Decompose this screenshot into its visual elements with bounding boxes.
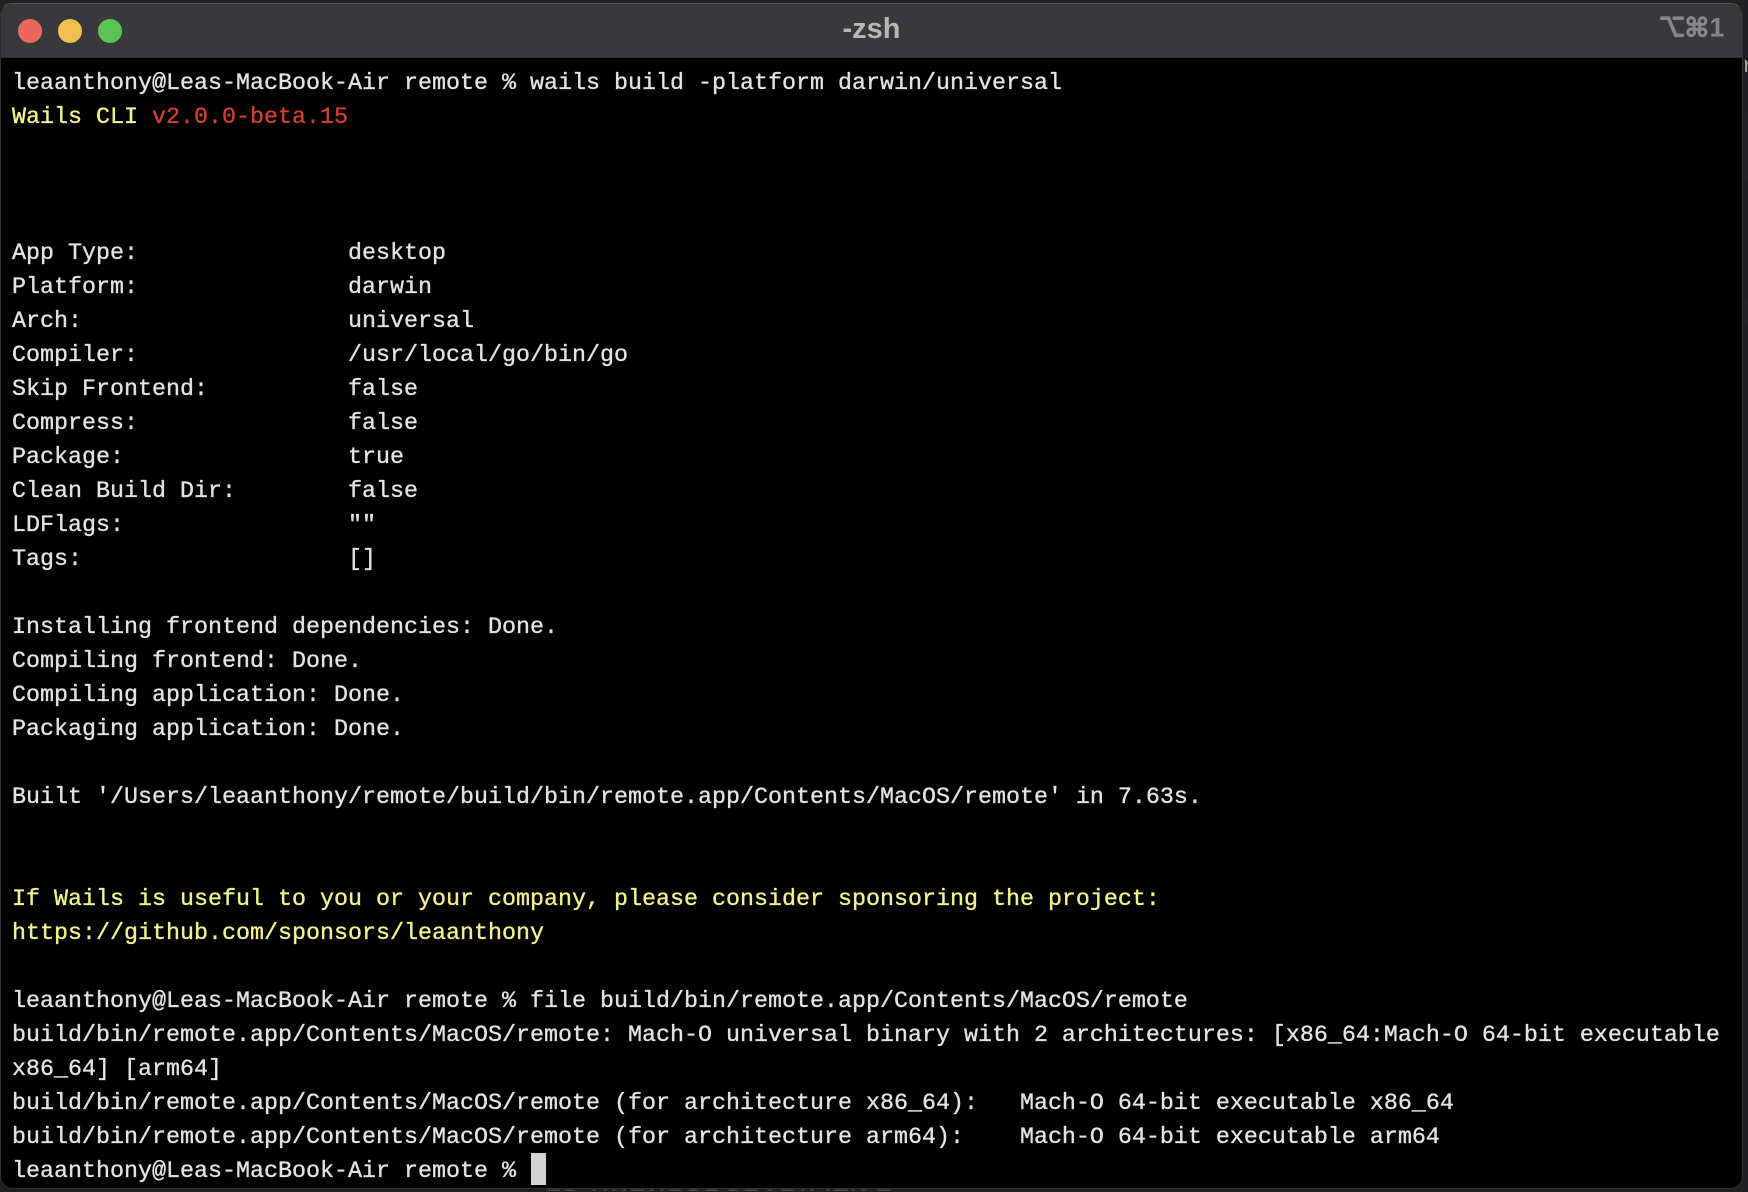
svg-text:1: 1: [1710, 14, 1725, 43]
